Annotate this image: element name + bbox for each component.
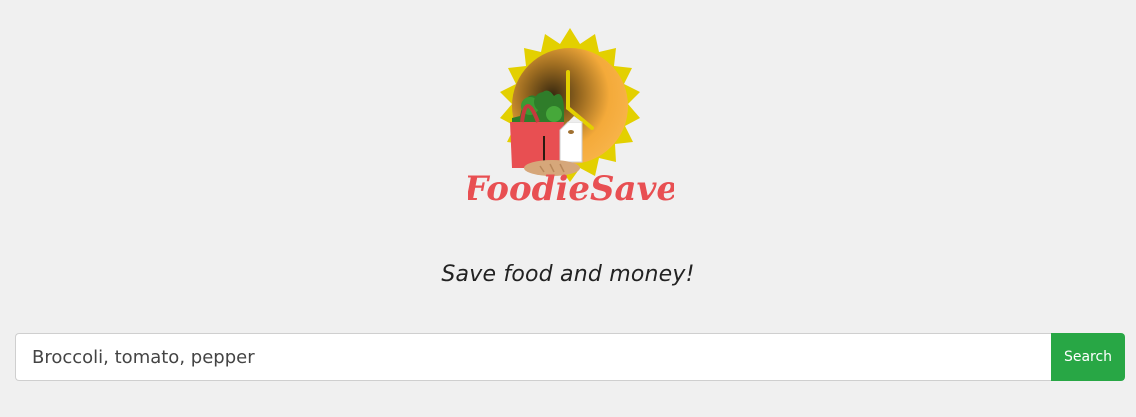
tagline: Save food and money!: [441, 262, 695, 287]
home-page: FoodieSave Save food and money! Search: [0, 0, 1136, 417]
search-button[interactable]: Search: [1051, 333, 1125, 381]
search-bar: Search: [15, 333, 1125, 381]
search-input[interactable]: [15, 333, 1051, 381]
brand-name: FoodieSave: [468, 169, 674, 209]
foodiesave-logo: FoodieSave: [468, 26, 674, 210]
